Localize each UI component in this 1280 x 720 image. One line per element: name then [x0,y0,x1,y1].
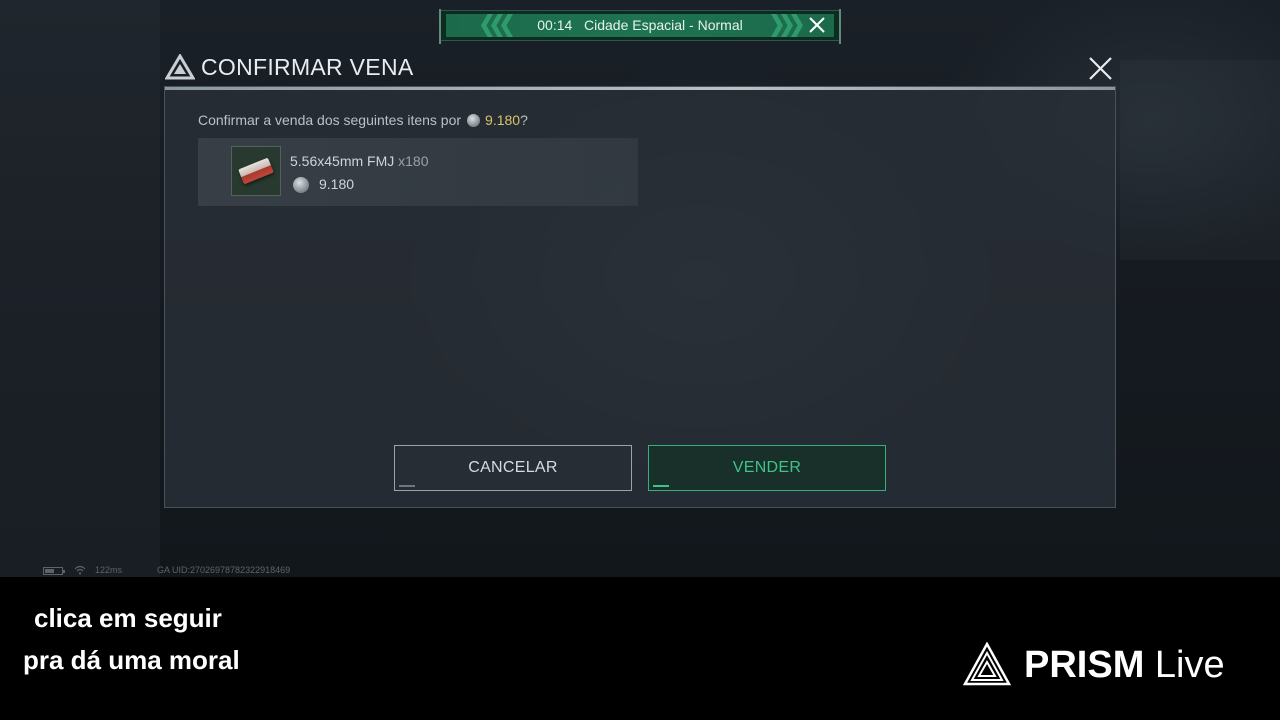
brand-light: Live [1154,644,1225,686]
list-item: 5.56x45mm FMJ x180 9.180 [198,138,638,206]
bar-bracket [439,9,441,44]
dialog-header: CONFIRMAR VENA [165,52,414,82]
match-bar-inner: 00:14 Cidade Espacial - Normal [446,14,834,37]
background-panel [0,0,160,577]
item-quantity: x180 [398,153,429,169]
close-icon[interactable] [808,16,826,34]
triangle-logo-icon [165,54,195,80]
match-timer: 00:14 [537,17,573,33]
button-corner-accent [653,485,669,487]
match-map-name: Cidade Espacial - Normal [583,17,743,33]
item-price-value: 9.180 [319,176,355,192]
match-info: 00:14 Cidade Espacial - Normal [446,14,834,37]
prism-logo-icon [963,642,1011,686]
overlay-caption-line1: clica em seguir [34,603,222,633]
button-corner-accent [399,485,415,487]
close-icon[interactable] [1088,56,1113,81]
game-screen: 00:14 Cidade Espacial - Normal CONFIRMAR… [0,0,1280,577]
confirm-total: 9.180 [485,112,521,128]
sell-button[interactable]: VENDER [648,445,886,491]
battery-icon [43,567,65,575]
item-price: 9.180 [290,176,354,193]
coin-icon [293,177,309,193]
brand-bold: PRISM [1024,644,1145,686]
dialog-top-border [165,87,1115,90]
overlay-caption-line2: pra dá uma moral [23,645,240,675]
wifi-icon [74,565,86,575]
prism-live-brand: PRISM Live [1024,642,1225,688]
uid-readout: GA UID:27026978782322918469 [157,565,291,575]
match-status-bar: 00:14 Cidade Espacial - Normal [439,9,841,44]
item-thumbnail [231,146,281,196]
item-name: 5.56x45mm FMJ x180 [290,153,429,169]
coin-icon [467,114,481,127]
confirm-prefix: Confirmar a venda dos seguintes itens po… [198,112,462,128]
sell-button-label: VENDER [732,459,802,476]
dialog-title: CONFIRMAR VENA [201,53,414,80]
cancel-button[interactable]: CANCELAR [394,445,632,491]
ammo-box-icon [238,157,274,185]
confirm-message: Confirmar a venda dos seguintes itens po… [198,112,528,128]
confirm-suffix: ? [520,112,528,128]
background-panel [1120,60,1280,260]
cancel-button-label: CANCELAR [468,459,558,476]
item-name-text: 5.56x45mm FMJ [290,153,395,169]
ping-readout: 122ms [95,565,123,575]
bar-bracket [839,9,841,44]
